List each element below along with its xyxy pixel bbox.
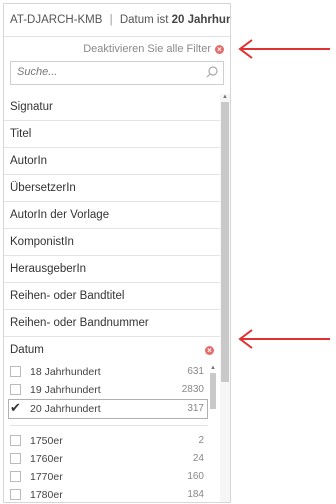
value-label: 1750er	[30, 435, 63, 447]
search-icon[interactable]	[205, 65, 219, 79]
checkbox[interactable]	[10, 471, 21, 482]
facet-reihen-bandnummer[interactable]: Reihen- oder Bandnummer	[4, 310, 220, 337]
scroll-up-arrow-icon[interactable]: ▲	[210, 365, 216, 371]
deactivate-all-filters-button[interactable]: Deaktivieren Sie alle Filter ×	[4, 37, 230, 61]
value-count: 160	[187, 471, 204, 482]
arrow-annotation-bottom	[238, 329, 330, 349]
facet-signatur[interactable]: Signatur	[4, 94, 220, 121]
facet-label: AutorIn der Vorlage	[10, 209, 110, 221]
checkbox[interactable]	[10, 384, 21, 395]
value-label: 1760er	[30, 453, 63, 465]
datum-value-row[interactable]: 18 Jahrhundert 631	[4, 363, 220, 381]
value-label: 18 Jahrhundert	[30, 366, 101, 378]
remove-filter-icon[interactable]: ×	[215, 44, 224, 54]
checkbox[interactable]	[10, 366, 21, 377]
checkbox[interactable]	[10, 435, 21, 446]
scroll-thumb[interactable]	[210, 373, 216, 409]
value-label: 19 Jahrhundert	[30, 384, 101, 396]
facet-label: KomponistIn	[10, 236, 74, 248]
checkmark-icon[interactable]: ✔	[10, 401, 21, 414]
decade-value-row[interactable]: 1780er 184	[4, 486, 220, 502]
decade-value-row[interactable]: 1760er 24	[4, 450, 220, 468]
facet-herausgeberin[interactable]: HerausgeberIn	[4, 256, 220, 283]
value-count: 317	[187, 403, 204, 414]
facet-label: ÜbersetzerIn	[10, 182, 76, 194]
facet-label: Reihen- oder Bandnummer	[10, 317, 149, 329]
facet-titel[interactable]: Titel	[4, 121, 220, 148]
scroll-thumb[interactable]	[221, 102, 229, 382]
deactivate-all-filters-label: Deaktivieren Sie alle Filter	[83, 43, 211, 55]
facet-datum[interactable]: Datum ×	[4, 337, 220, 363]
facet-autorin-der-vorlage[interactable]: AutorIn der Vorlage	[4, 202, 220, 229]
value-label: 1770er	[30, 471, 63, 483]
facet-reihen-bandtitel[interactable]: Reihen- oder Bandtitel	[4, 283, 220, 310]
facet-label: Reihen- oder Bandtitel	[10, 290, 125, 302]
facet-komponistin[interactable]: KomponistIn	[4, 229, 220, 256]
value-count: 184	[187, 489, 204, 500]
decade-value-row[interactable]: 1770er 160	[4, 468, 220, 486]
facet-label: Signatur	[10, 101, 53, 113]
values-scrollbar[interactable]: ▲ ▼	[210, 365, 216, 502]
breadcrumb-filter-prefix: Datum ist	[119, 14, 169, 26]
datum-values: 18 Jahrhundert 631 19 Jahrhundert 2830 ✔…	[4, 363, 220, 502]
checkbox[interactable]	[10, 489, 21, 500]
decade-value-row[interactable]: 1750er 2	[4, 432, 220, 450]
scroll-up-arrow-icon[interactable]: ▲	[222, 94, 228, 100]
value-count: 631	[187, 366, 204, 377]
facet-scrollbar[interactable]: ▲	[220, 94, 230, 502]
breadcrumb-filter-value[interactable]: 20 Jahrhundert	[172, 14, 230, 26]
value-count: 2830	[181, 384, 204, 395]
facet-label: AutorIn	[10, 155, 48, 167]
facet-label: Datum	[10, 344, 44, 356]
search-box	[10, 61, 224, 85]
value-count: 24	[192, 453, 204, 464]
divider	[10, 425, 208, 426]
value-label: 1780er	[30, 489, 63, 501]
datum-value-row-selected[interactable]: ✔ 20 Jahrhundert 317	[8, 399, 208, 419]
facet-label: Titel	[10, 128, 32, 140]
checkbox[interactable]	[10, 453, 21, 464]
breadcrumb: AT-DJARCH-KMB | Datum ist 20 Jahrhundert…	[4, 4, 230, 37]
remove-datum-filter-icon[interactable]: ×	[205, 346, 214, 355]
arrow-annotation-top	[238, 39, 330, 59]
value-label: 20 Jahrhundert	[30, 403, 101, 415]
filter-panel: AT-DJARCH-KMB | Datum ist 20 Jahrhundert…	[3, 3, 231, 503]
facet-list: Signatur Titel AutorIn ÜbersetzerIn Auto…	[4, 94, 220, 502]
breadcrumb-separator: |	[109, 14, 113, 26]
facet-scroll-area: Signatur Titel AutorIn ÜbersetzerIn Auto…	[4, 94, 230, 502]
facet-autorin[interactable]: AutorIn	[4, 148, 220, 175]
facet-uebersetzerin[interactable]: ÜbersetzerIn	[4, 175, 220, 202]
search-input[interactable]	[11, 62, 203, 82]
datum-value-row[interactable]: 19 Jahrhundert 2830	[4, 381, 220, 399]
breadcrumb-collection[interactable]: AT-DJARCH-KMB	[10, 14, 102, 26]
facet-label: HerausgeberIn	[10, 263, 87, 275]
value-count: 2	[198, 435, 204, 446]
